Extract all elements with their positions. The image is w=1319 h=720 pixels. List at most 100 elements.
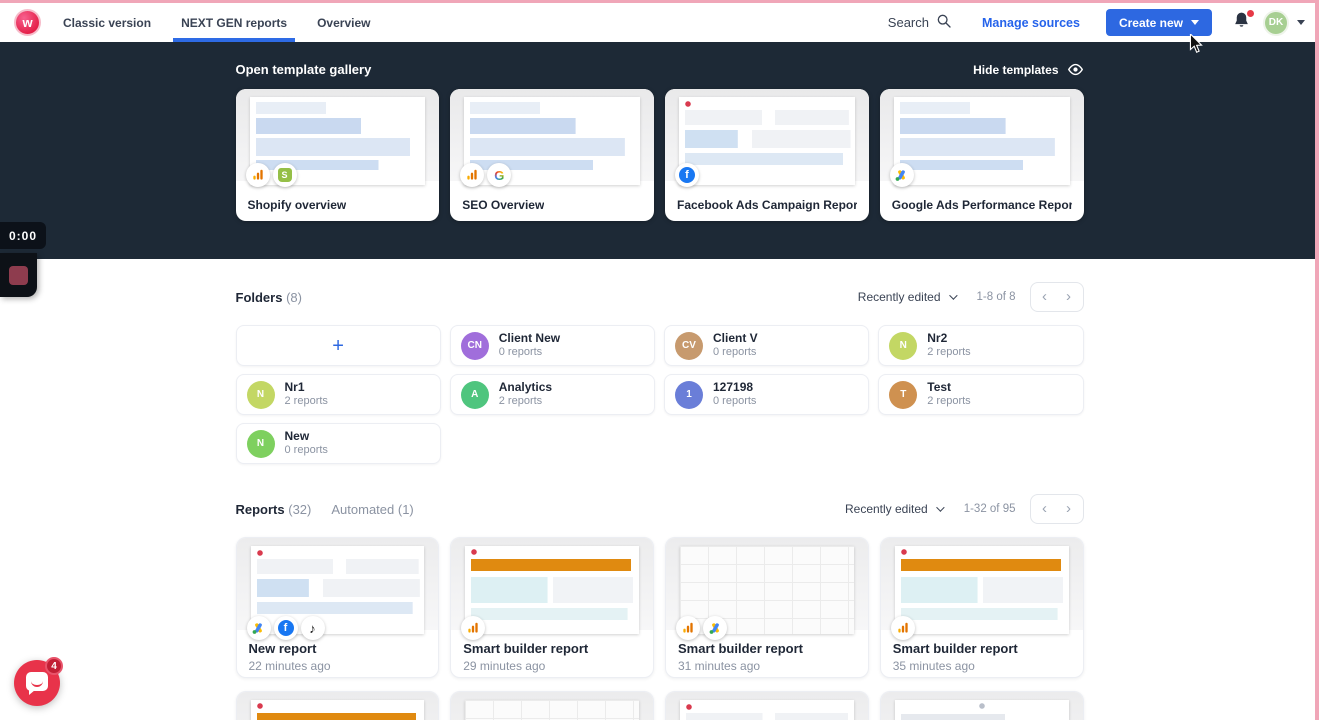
- reports-range-label: 1-32 of 95: [963, 503, 1016, 515]
- add-folder-button[interactable]: +: [235, 325, 441, 366]
- search-button[interactable]: Search: [888, 3, 952, 42]
- folder-avatar: N: [889, 331, 918, 360]
- report-preview: [880, 692, 1083, 720]
- folder-report-count: 0 reports: [713, 395, 757, 408]
- recording-frame-top: [0, 0, 1319, 3]
- nav-item-overview[interactable]: Overview: [309, 3, 378, 42]
- account-menu-chevron-icon[interactable]: [1297, 20, 1305, 25]
- folder-name: Analytics: [498, 380, 553, 395]
- nav-item-next-gen-reports[interactable]: NEXT GEN reports: [173, 3, 296, 42]
- template-gallery-panel: Open template gallery Hide templates S S…: [0, 42, 1319, 259]
- folder-card-client-new[interactable]: CN Client New 0 reports: [449, 325, 655, 366]
- report-name: Smart builder report: [463, 641, 589, 656]
- tab-reports[interactable]: Reports (32): [236, 502, 312, 517]
- search-icon: [936, 13, 952, 32]
- report-name: New report: [248, 641, 317, 656]
- template-card-facebook-ads[interactable]: f Facebook Ads Campaign Report: [665, 89, 869, 221]
- folders-pager: ‹ ›: [1029, 282, 1084, 312]
- google-ads-icon: [246, 616, 271, 640]
- folder-avatar: A: [460, 380, 489, 409]
- navbar-spacer: [378, 3, 887, 42]
- google-icon: G: [487, 163, 512, 187]
- report-card-smart-builder-35[interactable]: Smart builder report 35 minutes ago: [879, 537, 1084, 678]
- folder-card-client-v[interactable]: CV Client V 0 reports: [664, 325, 870, 366]
- folders-section-title: Folders (8): [236, 290, 302, 305]
- folder-report-count: 2 reports: [284, 395, 328, 408]
- create-new-button[interactable]: Create new: [1105, 9, 1212, 36]
- reports-prev-page-button[interactable]: ‹: [1033, 495, 1057, 523]
- notifications-button[interactable]: [1232, 9, 1254, 35]
- report-card-partial[interactable]: [665, 691, 869, 720]
- app-logo[interactable]: w: [14, 9, 41, 36]
- hide-templates-button[interactable]: Hide templates: [973, 61, 1083, 78]
- template-card-seo-overview[interactable]: G SEO Overview: [450, 89, 654, 221]
- report-timestamp: 35 minutes ago: [892, 659, 975, 673]
- eye-icon: [1067, 63, 1083, 76]
- reports-next-page-button[interactable]: ›: [1057, 495, 1081, 523]
- report-card-new-report[interactable]: f ♪ New report 22 minutes ago: [235, 537, 440, 678]
- folder-card-nr1[interactable]: N Nr1 2 reports: [235, 374, 441, 415]
- report-timestamp: 22 minutes ago: [248, 659, 331, 673]
- manage-sources-link[interactable]: Manage sources: [982, 3, 1080, 42]
- report-card-smart-builder-31[interactable]: Smart builder report 31 minutes ago: [665, 537, 869, 678]
- folders-sort-label: Recently edited: [857, 290, 941, 304]
- tab-automated[interactable]: Automated (1): [331, 502, 413, 517]
- search-label: Search: [887, 15, 929, 30]
- folder-name: Nr1: [284, 380, 305, 395]
- folders-count: (8): [286, 289, 302, 305]
- stop-icon: [9, 265, 28, 285]
- folder-avatar: CN: [460, 331, 489, 360]
- recorder-stop-button[interactable]: [0, 253, 37, 297]
- report-name: Smart builder report: [892, 641, 1018, 656]
- folder-report-count: 0 reports: [713, 346, 757, 359]
- folders-title-label: Folders: [235, 289, 283, 305]
- folder-avatar: CV: [675, 331, 703, 360]
- folder-name: New: [284, 429, 310, 444]
- google-analytics-icon: [890, 616, 915, 640]
- template-gallery-title[interactable]: Open template gallery: [236, 62, 372, 77]
- create-new-label: Create new: [1118, 15, 1183, 30]
- reports-grid-partial-row: [235, 691, 1084, 720]
- folder-avatar: 1: [675, 380, 703, 409]
- report-card-partial[interactable]: [450, 691, 654, 720]
- folder-avatar: T: [889, 380, 918, 409]
- reports-sort-dropdown[interactable]: Recently edited: [845, 502, 945, 516]
- folder-report-count: 2 reports: [927, 395, 971, 408]
- user-avatar[interactable]: DK: [1263, 9, 1289, 36]
- reports-tab-label: Reports: [235, 501, 285, 517]
- folder-card-new[interactable]: N New 0 reports: [235, 423, 441, 464]
- hide-templates-label: Hide templates: [973, 62, 1059, 77]
- google-ads-icon: [889, 163, 914, 187]
- folder-card-127198[interactable]: 1 127198 0 reports: [664, 374, 870, 415]
- nav-item-classic-version[interactable]: Classic version: [55, 3, 159, 42]
- chevron-down-icon: [948, 291, 958, 300]
- folders-sort-dropdown[interactable]: Recently edited: [857, 290, 958, 304]
- report-preview: [451, 692, 653, 720]
- folders-range-label: 1-8 of 8: [976, 291, 1016, 303]
- reports-pager: ‹ ›: [1029, 494, 1084, 524]
- report-timestamp: 31 minutes ago: [678, 659, 761, 673]
- folder-name: Test: [927, 380, 952, 395]
- folders-prev-page-button[interactable]: ‹: [1033, 283, 1057, 311]
- report-card-smart-builder-29[interactable]: Smart builder report 29 minutes ago: [450, 537, 654, 678]
- folders-next-page-button[interactable]: ›: [1057, 283, 1081, 311]
- automated-tab-count: (1): [397, 501, 414, 517]
- folder-card-test[interactable]: T Test 2 reports: [878, 374, 1084, 415]
- report-name: Smart builder report: [678, 641, 803, 656]
- facebook-icon: f: [273, 616, 298, 640]
- google-analytics-icon: [245, 163, 270, 187]
- notification-dot: [1247, 9, 1254, 17]
- report-card-partial[interactable]: [879, 691, 1084, 720]
- folder-report-count: 0 reports: [498, 346, 543, 359]
- folder-card-nr2[interactable]: N Nr2 2 reports: [878, 325, 1084, 366]
- folder-card-analytics[interactable]: A Analytics 2 reports: [449, 374, 655, 415]
- report-preview: [666, 692, 868, 720]
- plus-icon: +: [332, 334, 344, 357]
- report-card-partial[interactable]: [235, 691, 440, 720]
- chat-bubble-icon: [26, 672, 48, 695]
- chat-widget-button[interactable]: 4: [14, 657, 63, 706]
- folder-avatar: N: [246, 429, 275, 458]
- template-card-google-ads[interactable]: Google Ads Performance Report: [879, 89, 1084, 221]
- folder-name: Nr2: [927, 331, 948, 346]
- template-card-shopify-overview[interactable]: S Shopify overview: [235, 89, 440, 221]
